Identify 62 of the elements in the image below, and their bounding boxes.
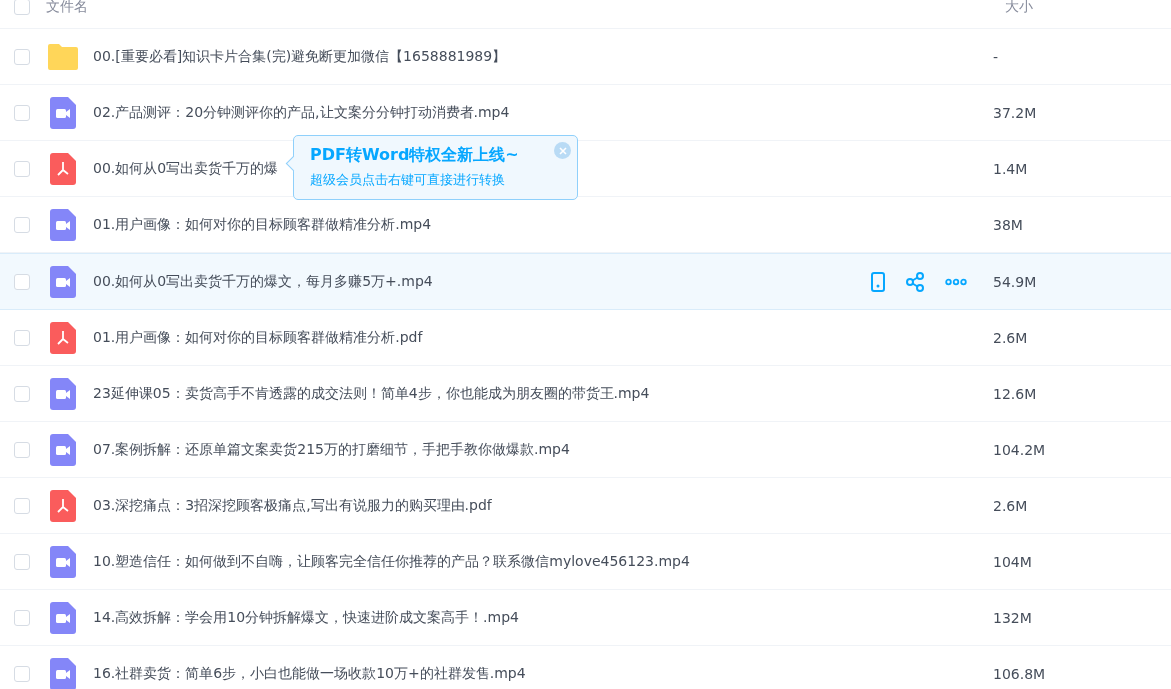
file-name[interactable]: 00.[重要必看]知识卡片合集(完)避免断更加微信【1658881989】 [93, 47, 507, 66]
video-file-icon [50, 657, 76, 689]
file-name[interactable]: 03.深挖痛点：3招深挖顾客极痛点,写出有说服力的购买理由.pdf [93, 496, 492, 515]
file-size: 106.8M [993, 665, 1047, 682]
file-name[interactable]: 10.塑造信任：如何做到不自嗨，让顾客完全信任你推荐的产品？联系微信mylove456123.mp4 [93, 552, 690, 571]
more-icon [945, 277, 967, 286]
file-name[interactable]: 16.社群卖货：简单6步，小白也能做一场收款10万+的社群发售.mp4 [93, 664, 526, 683]
pdf-file-icon [50, 152, 76, 185]
share-icon [905, 271, 925, 292]
video-file-icon [50, 96, 76, 129]
checkbox[interactable] [14, 273, 30, 290]
file-name[interactable]: 01.用户画像：如何对你的目标顾客群做精准分析.mp4 [93, 215, 432, 234]
checkbox[interactable] [14, 553, 30, 570]
file-size: 104M [993, 553, 1033, 570]
video-file-icon [50, 208, 76, 241]
column-header[interactable]: 文件名 [46, 0, 88, 14]
video-file-icon [50, 433, 76, 466]
select-all-checkbox[interactable] [14, 0, 30, 15]
file-name[interactable]: 14.高效拆解：学会用10分钟拆解爆文，快速进阶成文案高手！.mp4 [93, 608, 519, 627]
phone-icon [871, 271, 885, 292]
video-file-icon [50, 265, 76, 298]
checkbox[interactable] [14, 385, 30, 402]
checkbox[interactable] [14, 609, 30, 626]
pdf-file-icon [50, 489, 76, 522]
file-name[interactable]: 00.如何从0写出卖货千万的爆 [93, 159, 279, 178]
file-name[interactable]: 07.案例拆解：还原单篇文案卖货215万的打磨细节，手把手教你做爆款.mp4 [93, 440, 570, 459]
video-file-icon [50, 377, 76, 410]
checkbox[interactable] [14, 665, 30, 682]
checkbox[interactable] [14, 441, 30, 458]
file-size: 12.6M [993, 385, 1038, 402]
close-button[interactable] [554, 142, 571, 159]
close-icon [558, 146, 567, 155]
more-button[interactable] [945, 277, 967, 286]
file-size: 1.4M [993, 160, 1029, 177]
checkbox[interactable] [14, 104, 30, 121]
file-size: 38M [993, 216, 1024, 233]
pdf-file-icon [50, 321, 76, 354]
checkbox[interactable] [14, 216, 30, 233]
file-name[interactable]: 23延伸课05：卖货高手不肯透露的成交法则！简单4步，你也能成为朋友圈的带货王.mp4 [93, 384, 650, 403]
file-size: 104.2M [993, 441, 1047, 458]
file-size: 2.6M [993, 497, 1029, 514]
file-size: 54.9M [993, 273, 1038, 290]
checkbox[interactable] [14, 497, 30, 514]
checkbox[interactable] [14, 329, 30, 346]
share-button[interactable] [905, 271, 925, 292]
video-file-icon [50, 545, 76, 578]
file-name[interactable]: 01.用户画像：如何对你的目标顾客群做精准分析.pdf [93, 328, 423, 347]
tooltip-text: 超级会员点击右键可直接进行转换 [310, 171, 506, 189]
file-name[interactable]: 02.产品测评：20分钟测评你的产品,让文案分分钟打动消费者.mp4 [93, 103, 510, 122]
folder-icon [47, 43, 79, 70]
column-header[interactable]: 大小 [993, 0, 1171, 16]
checkbox[interactable] [14, 48, 30, 65]
file-size: 37.2M [993, 104, 1038, 121]
phone-button[interactable] [871, 271, 885, 292]
file-row[interactable]: 00.如何从0写出卖货千万的爆文，每月多赚5万+.mp4 54.9M [0, 253, 1171, 310]
file-size: 2.6M [993, 329, 1029, 346]
file-size: 132M [993, 609, 1033, 626]
checkbox[interactable] [14, 160, 30, 177]
video-file-icon [50, 601, 76, 634]
tooltip-title: PDF转Word特权全新上线~ [310, 145, 520, 166]
file-size: - [993, 48, 1000, 65]
file-name[interactable]: 00.如何从0写出卖货千万的爆文，每月多赚5万+.mp4 [93, 272, 433, 291]
